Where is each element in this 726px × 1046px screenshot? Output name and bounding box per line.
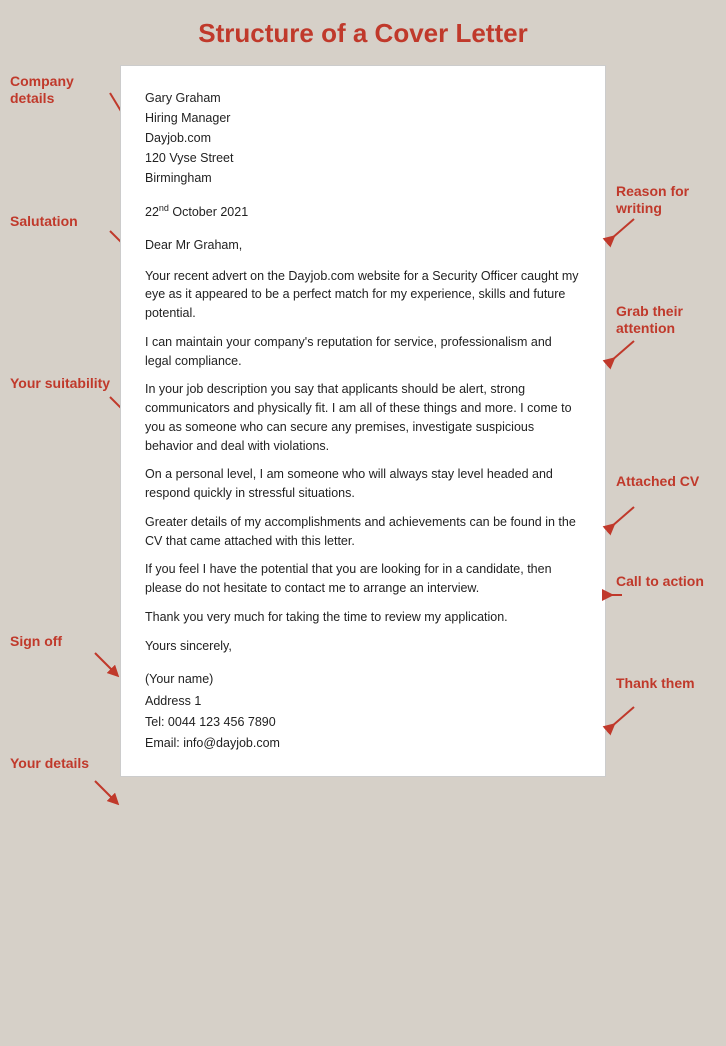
- salutation-line: Dear Mr Graham,: [145, 236, 581, 255]
- date-line: 22nd October 2021: [145, 202, 581, 222]
- label-thank-them: Thank them: [616, 675, 716, 692]
- address-block: Gary Graham Hiring Manager Dayjob.com 12…: [145, 88, 581, 188]
- label-company-details: Company details: [10, 73, 110, 107]
- para4: On a personal level, I am someone who wi…: [145, 465, 581, 503]
- label-your-suitability: Your suitability: [10, 375, 115, 392]
- label-salutation: Salutation: [10, 213, 110, 230]
- letter-body: Gary Graham Hiring Manager Dayjob.com 12…: [120, 65, 606, 777]
- label-grab-their-attention: Grab their attention: [616, 303, 716, 337]
- label-call-to-action: Call to action: [616, 573, 716, 590]
- label-attached-cv: Attached CV: [616, 473, 716, 490]
- para6: If you feel I have the potential that yo…: [145, 560, 581, 598]
- para5: Greater details of my accomplishments an…: [145, 513, 581, 551]
- label-sign-off: Sign off: [10, 633, 100, 650]
- label-reason-for-writing: Reason for writing: [616, 183, 716, 217]
- signoff-block: Yours sincerely,: [145, 637, 581, 656]
- page-title: Structure of a Cover Letter: [198, 18, 527, 49]
- para7: Thank you very much for taking the time …: [145, 608, 581, 627]
- your-details-block: (Your name) Address 1 Tel: 0044 123 456 …: [145, 669, 581, 754]
- para1: Your recent advert on the Dayjob.com web…: [145, 267, 581, 323]
- label-your-details: Your details: [10, 755, 100, 772]
- para3: In your job description you say that app…: [145, 380, 581, 455]
- para2: I can maintain your company's reputation…: [145, 333, 581, 371]
